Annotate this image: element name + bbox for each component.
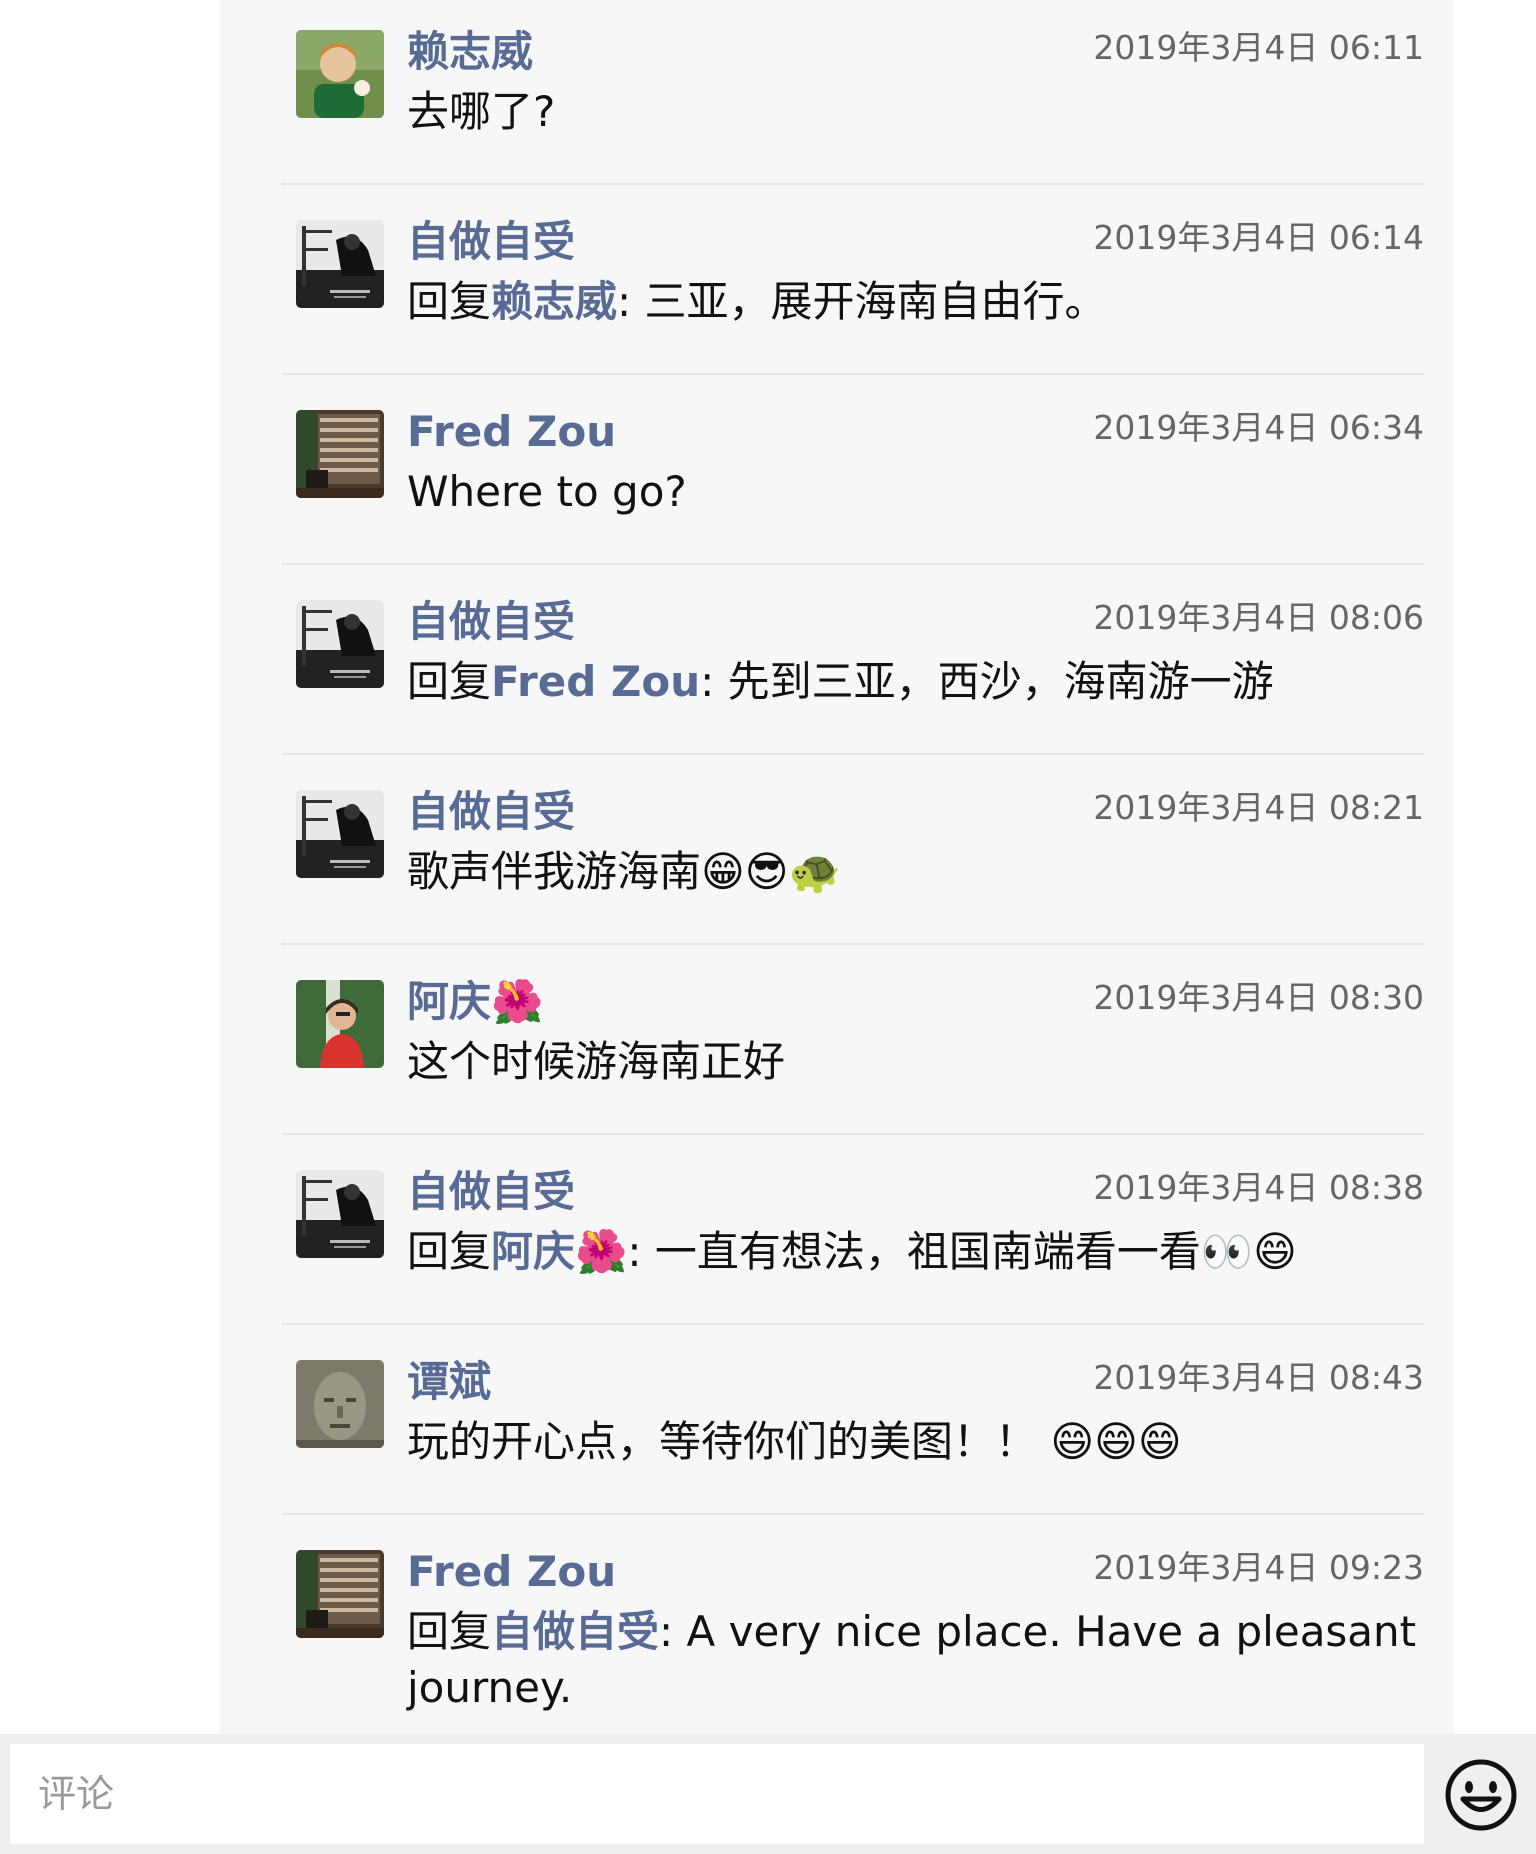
divider — [282, 1133, 1424, 1135]
author-name[interactable]: 阿庆🌺 — [407, 974, 543, 1030]
timestamp: 2019年3月4日 06:14 — [1093, 218, 1424, 257]
comment-composer — [0, 1734, 1536, 1854]
avatar-photo-stone-face — [296, 1360, 384, 1448]
comment-item: 自做自受 2019年3月4日 06:14 回复赖志威: 三亚，展开海南自由行。 — [220, 190, 1454, 380]
avatar-photo-woman — [296, 980, 384, 1068]
timestamp: 2019年3月4日 09:23 — [1093, 1548, 1424, 1587]
reply-to-name[interactable]: 阿庆🌺 — [491, 1227, 627, 1276]
avatar-photo-bw — [296, 790, 384, 878]
divider — [282, 563, 1424, 565]
comment-item: Fred Zou 2019年3月4日 09:23 回复自做自受: A very … — [220, 1520, 1454, 1734]
avatar[interactable] — [296, 220, 384, 308]
avatar-photo-library — [296, 1550, 384, 1638]
comment-item: 赖志威 2019年3月4日 06:11 去哪了? — [220, 0, 1454, 190]
reply-to-name[interactable]: 赖志威 — [491, 277, 617, 326]
reply-prefix: 回复 — [407, 657, 492, 706]
avatar-photo-bw — [296, 220, 384, 308]
author-name[interactable]: Fred Zou — [407, 1544, 616, 1600]
reply-separator: : — [659, 1607, 687, 1656]
reply-to-name[interactable]: Fred Zou — [491, 657, 700, 706]
reply-to-name[interactable]: 自做自受 — [491, 1607, 659, 1656]
comment-item: 自做自受 2019年3月4日 08:06 回复Fred Zou: 先到三亚，西沙… — [220, 570, 1454, 760]
avatar[interactable] — [296, 1170, 384, 1258]
timestamp: 2019年3月4日 06:34 — [1093, 408, 1424, 447]
reply-prefix: 回复 — [407, 1227, 492, 1276]
timestamp: 2019年3月4日 08:38 — [1093, 1168, 1424, 1207]
comment-text: 去哪了? — [407, 87, 556, 136]
avatar-photo-child — [296, 30, 384, 118]
avatar-photo-bw — [296, 600, 384, 688]
author-name[interactable]: 自做自受 — [407, 784, 575, 840]
avatar-photo-library — [296, 410, 384, 498]
comment-thread: 赖志威 2019年3月4日 06:11 去哪了? 自做自受 2019年3月4日 … — [220, 0, 1454, 1734]
comment-text: 回复Fred Zou: 先到三亚，西沙，海南游一游 — [407, 654, 1417, 710]
reply-separator: : — [627, 1227, 655, 1276]
avatar[interactable] — [296, 30, 384, 118]
comment-item: Fred Zou 2019年3月4日 06:34 Where to go? — [220, 380, 1454, 570]
timestamp: 2019年3月4日 08:21 — [1093, 788, 1424, 827]
author-name[interactable]: Fred Zou — [407, 404, 616, 460]
reply-separator: : — [617, 277, 645, 326]
comment-text: 回复阿庆🌺: 一直有想法，祖国南端看一看👀😄 — [407, 1224, 1417, 1280]
avatar[interactable] — [296, 1360, 384, 1448]
reply-text: 一直有想法，祖国南端看一看👀😄 — [654, 1227, 1297, 1276]
reply-prefix: 回复 — [407, 1607, 492, 1656]
author-name[interactable]: 自做自受 — [407, 214, 575, 270]
comment-item: 自做自受 2019年3月4日 08:38 回复阿庆🌺: 一直有想法，祖国南端看一… — [220, 1140, 1454, 1330]
avatar[interactable] — [296, 600, 384, 688]
comment-text: 回复赖志威: 三亚，展开海南自由行。 — [407, 274, 1417, 330]
reply-prefix: 回复 — [407, 277, 492, 326]
avatar[interactable] — [296, 1550, 384, 1638]
comment-text: 歌声伴我游海南😁😎🐢 — [407, 847, 841, 896]
comment-text: 玩的开心点，等待你们的美图！！ 😄😄😄 — [407, 1417, 1182, 1466]
comment-text: Where to go? — [407, 467, 687, 516]
comment-item: 阿庆🌺 2019年3月4日 08:30 这个时候游海南正好 — [220, 950, 1454, 1140]
timestamp: 2019年3月4日 08:43 — [1093, 1358, 1424, 1397]
comment-input[interactable] — [10, 1744, 1424, 1844]
timestamp: 2019年3月4日 08:06 — [1093, 598, 1424, 637]
timestamp: 2019年3月4日 08:30 — [1093, 978, 1424, 1017]
comment-text: 这个时候游海南正好 — [407, 1037, 786, 1086]
author-name[interactable]: 谭斌 — [407, 1354, 491, 1410]
reply-text: 先到三亚，西沙，海南游一游 — [727, 657, 1274, 706]
avatar-photo-bw — [296, 1170, 384, 1258]
divider — [282, 943, 1424, 945]
divider — [282, 373, 1424, 375]
avatar[interactable] — [296, 980, 384, 1068]
divider — [282, 753, 1424, 755]
reply-separator: : — [700, 657, 728, 706]
avatar[interactable] — [296, 790, 384, 878]
author-name[interactable]: 赖志威 — [407, 24, 533, 80]
comment-item: 谭斌 2019年3月4日 08:43 玩的开心点，等待你们的美图！！ 😄😄😄 — [220, 1330, 1454, 1520]
author-name[interactable]: 自做自受 — [407, 1164, 575, 1220]
author-name[interactable]: 自做自受 — [407, 594, 575, 650]
avatar[interactable] — [296, 410, 384, 498]
smiley-face-icon[interactable] — [1436, 1750, 1526, 1840]
timestamp: 2019年3月4日 06:11 — [1093, 28, 1424, 67]
divider — [282, 1513, 1424, 1515]
reply-text: 三亚，展开海南自由行。 — [644, 277, 1107, 326]
comment-text: 回复自做自受: A very nice place. Have a pleasa… — [407, 1604, 1417, 1716]
comment-item: 自做自受 2019年3月4日 08:21 歌声伴我游海南😁😎🐢 — [220, 760, 1454, 950]
divider — [282, 1323, 1424, 1325]
divider — [282, 183, 1424, 185]
